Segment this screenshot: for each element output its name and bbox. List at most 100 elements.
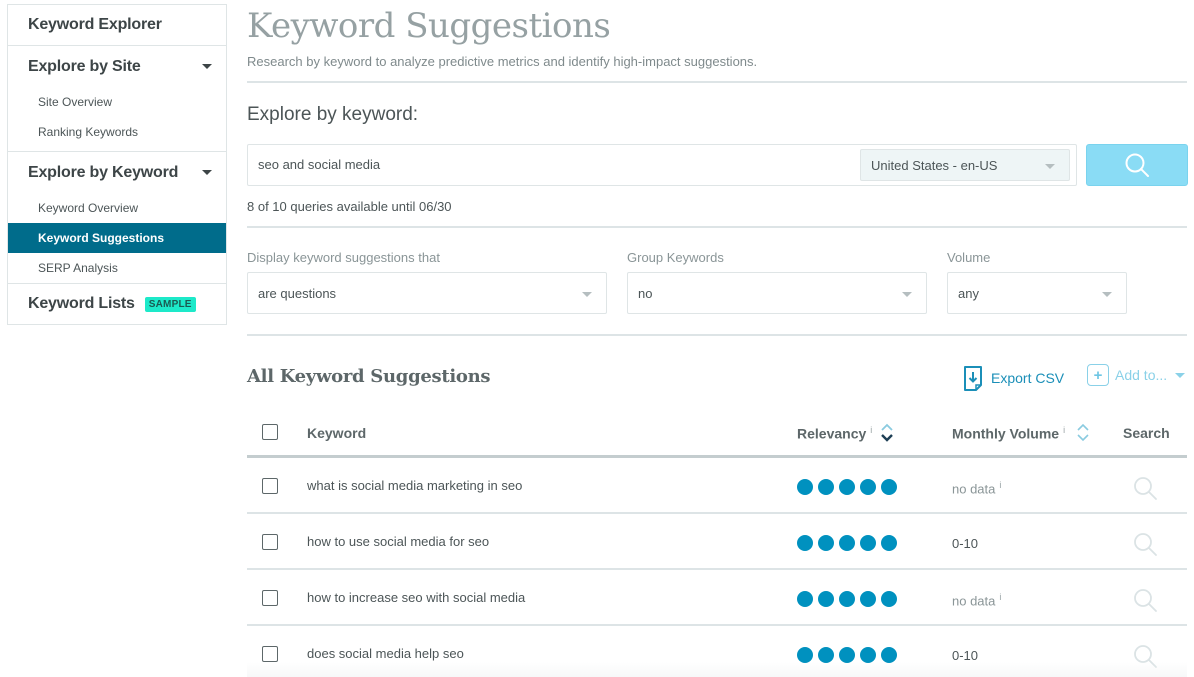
monthly-volume: no data i <box>952 592 1001 608</box>
locale-value: United States - en-US <box>871 157 998 173</box>
results-title: All Keyword Suggestions <box>247 366 491 387</box>
sample-badge: SAMPLE <box>144 296 196 312</box>
sidebar-section-toggle-site[interactable]: Explore by Site <box>8 46 226 87</box>
info-icon[interactable]: i <box>1063 425 1065 435</box>
relevancy-dot <box>797 591 813 607</box>
group-filter-label: Group Keywords <box>627 250 724 265</box>
relevancy-dot <box>860 479 876 495</box>
sidebar-item-keyword-suggestions[interactable]: Keyword Suggestions <box>8 223 226 253</box>
monthly-volume: no data i <box>952 480 1001 496</box>
keyword-search-box: United States - en-US <box>247 144 1077 186</box>
search-icon[interactable] <box>1132 475 1158 501</box>
relevancy-rating <box>797 591 897 607</box>
relevancy-dot <box>860 535 876 551</box>
display-filter-value: are questions <box>258 285 337 301</box>
caret-down-icon <box>1175 372 1186 378</box>
info-icon[interactable]: i <box>870 425 872 435</box>
column-header-relevancy[interactable]: Relevancy i <box>797 425 872 442</box>
column-header-volume[interactable]: Monthly Volume i <box>952 425 1065 442</box>
search-icon[interactable] <box>1132 531 1158 557</box>
column-header-label: Relevancy <box>797 425 867 442</box>
keyword-input[interactable] <box>258 157 848 172</box>
sidebar-item-label: Keyword Lists <box>28 295 135 312</box>
keyword-text: how to use social media for seo <box>307 534 490 549</box>
search-icon[interactable] <box>1132 587 1158 613</box>
group-filter-select[interactable]: no <box>627 272 927 314</box>
relevancy-dot <box>797 479 813 495</box>
info-icon[interactable]: i <box>999 592 1001 602</box>
sort-icon-volume[interactable] <box>1076 422 1090 444</box>
row-checkbox[interactable] <box>262 590 278 606</box>
table-row: how to use social media for seo 0-10 <box>247 514 1187 570</box>
search-button[interactable] <box>1086 144 1188 186</box>
page-subtitle: Research by keyword to analyze predictiv… <box>247 54 758 69</box>
keyword-suggestions-table: Keyword Relevancy i Monthly Volume i Searc… <box>247 408 1187 677</box>
relevancy-rating <box>797 647 897 663</box>
select-all-checkbox[interactable] <box>262 424 278 440</box>
sidebar-item-keyword-overview[interactable]: Keyword Overview <box>8 193 226 223</box>
relevancy-rating <box>797 535 897 551</box>
row-checkbox[interactable] <box>262 534 278 550</box>
keyword-text: what is social media marketing in seo <box>307 478 523 493</box>
group-filter-value: no <box>638 285 653 301</box>
divider <box>247 81 1187 83</box>
sidebar-item-site-overview[interactable]: Site Overview <box>8 87 226 117</box>
caret-down-icon <box>902 292 912 297</box>
table-row: does social media help seo 0-10 <box>247 626 1187 677</box>
export-csv-button[interactable]: Export CSV <box>963 365 1064 391</box>
monthly-volume: 0-10 <box>952 648 978 663</box>
relevancy-dot <box>839 479 855 495</box>
sidebar-section-title: Explore by Keyword <box>28 163 179 181</box>
add-to-button[interactable]: + Add to... <box>1087 364 1186 386</box>
table-header: Keyword Relevancy i Monthly Volume i Searc… <box>247 408 1187 458</box>
relevancy-dot <box>881 479 897 495</box>
sidebar-section-toggle-keyword[interactable]: Explore by Keyword <box>8 152 226 193</box>
display-filter-label: Display keyword suggestions that <box>247 250 440 265</box>
volume-value: no data <box>952 481 996 497</box>
relevancy-dot <box>881 591 897 607</box>
relevancy-dot <box>818 591 834 607</box>
caret-down-icon <box>1102 292 1112 297</box>
table-body: what is social media marketing in seo no … <box>247 458 1187 677</box>
search-icon[interactable] <box>1132 643 1158 669</box>
download-file-icon <box>964 366 982 391</box>
relevancy-dot <box>839 591 855 607</box>
sidebar-item-serp-analysis[interactable]: SERP Analysis <box>8 253 226 283</box>
row-checkbox[interactable] <box>262 478 278 494</box>
volume-value: no data <box>952 593 996 609</box>
volume-value: 0-10 <box>952 648 979 663</box>
sidebar-item-ranking-keywords[interactable]: Ranking Keywords <box>8 117 226 147</box>
relevancy-dot <box>839 647 855 663</box>
volume-filter-select[interactable]: any <box>947 272 1127 314</box>
info-icon[interactable]: i <box>999 480 1001 490</box>
table-row: what is social media marketing in seo no … <box>247 458 1187 514</box>
row-checkbox[interactable] <box>262 646 278 662</box>
monthly-volume: 0-10 <box>952 536 978 551</box>
queries-remaining: 8 of 10 queries available until 06/30 <box>247 199 452 214</box>
volume-value: 0-10 <box>952 536 979 551</box>
add-to-label: Add to... <box>1115 367 1168 383</box>
relevancy-dot <box>881 647 897 663</box>
relevancy-dot <box>881 535 897 551</box>
locale-select[interactable]: United States - en-US <box>860 149 1070 181</box>
caret-down-icon <box>202 170 212 175</box>
volume-filter-label: Volume <box>947 250 991 265</box>
sort-icon-relevancy[interactable] <box>880 422 894 444</box>
caret-down-icon <box>1045 164 1055 169</box>
sidebar-section-lists: Keyword Lists SAMPLE <box>8 284 226 324</box>
sidebar-item-keyword-lists[interactable]: Keyword Lists SAMPLE <box>8 284 226 324</box>
column-header-keyword: Keyword <box>307 425 367 441</box>
table-row: how to increase seo with social media no … <box>247 570 1187 626</box>
caret-down-icon <box>202 64 212 69</box>
explore-label: Explore by keyword: <box>247 104 419 125</box>
caret-down-icon <box>582 292 592 297</box>
column-header-search: Search <box>1123 425 1170 441</box>
display-filter-select[interactable]: are questions <box>247 272 607 314</box>
volume-filter-value: any <box>958 285 979 301</box>
column-header-label: Monthly Volume <box>952 425 1060 442</box>
keyword-text: how to increase seo with social media <box>307 590 526 605</box>
sidebar-header[interactable]: Keyword Explorer <box>8 5 226 46</box>
relevancy-dot <box>860 591 876 607</box>
keyword-text: does social media help seo <box>307 646 464 661</box>
